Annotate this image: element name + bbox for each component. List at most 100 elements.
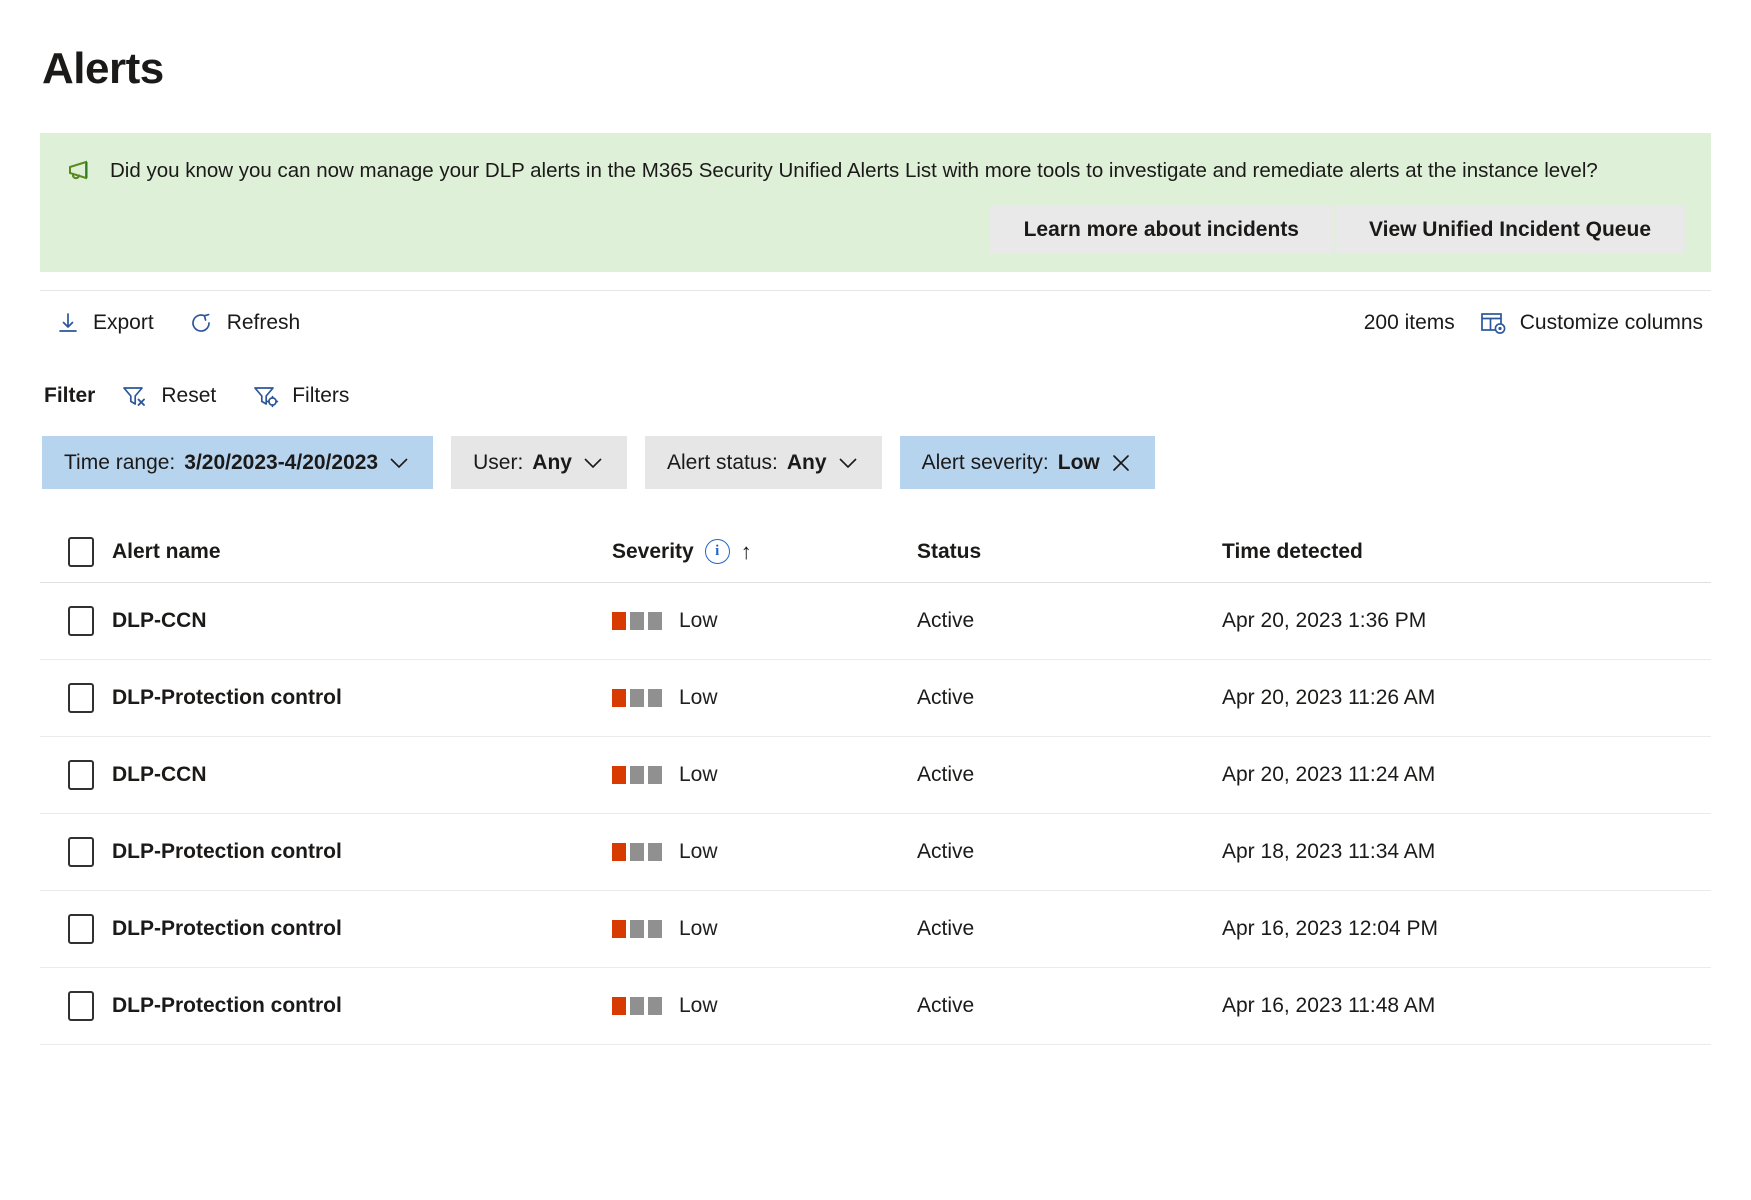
- download-arrow-icon: [56, 311, 80, 335]
- cell-severity: Low: [612, 994, 917, 1018]
- alerts-table: Alert name Severity i ↑ Status Time dete…: [40, 521, 1711, 1046]
- chevron-down-icon[interactable]: [387, 455, 411, 471]
- severity-indicator-icon: [612, 766, 662, 785]
- filter-pill-list: Time range: 3/20/2023-4/20/2023 User: An…: [40, 436, 1711, 490]
- reset-filters-button[interactable]: Reset: [117, 381, 220, 411]
- cell-status: Active: [917, 994, 975, 1018]
- severity-indicator-icon: [612, 612, 662, 631]
- filter-pill-user-value: Any: [532, 450, 572, 474]
- table-settings-icon: [1479, 310, 1507, 336]
- cell-alert-name[interactable]: DLP-CCN: [112, 763, 612, 787]
- cell-status: Active: [917, 763, 975, 787]
- row-checkbox-cell: [40, 606, 112, 637]
- chevron-down-icon[interactable]: [836, 455, 860, 471]
- cell-alert-name[interactable]: DLP-Protection control: [112, 840, 612, 864]
- filter-pill-alert-status-value: Any: [786, 450, 827, 474]
- export-label: Export: [93, 311, 154, 335]
- close-icon[interactable]: [1109, 451, 1133, 475]
- banner-message: Did you know you can now manage your DLP…: [110, 159, 1598, 183]
- cell-severity: Low: [612, 609, 917, 633]
- cell-severity-label: Low: [679, 686, 718, 710]
- refresh-icon: [188, 310, 214, 336]
- cell-alert-name[interactable]: DLP-Protection control: [112, 994, 612, 1018]
- filters-button[interactable]: Filters: [248, 381, 353, 411]
- column-header-time-detected[interactable]: Time detected: [1222, 540, 1711, 564]
- severity-indicator-icon: [612, 920, 662, 939]
- row-checkbox[interactable]: [68, 837, 94, 868]
- row-checkbox[interactable]: [68, 914, 94, 945]
- row-checkbox[interactable]: [68, 606, 94, 637]
- cell-time-detected: Apr 20, 2023 11:26 AM: [1222, 686, 1436, 710]
- select-all-checkbox[interactable]: [68, 536, 94, 567]
- reset-label: Reset: [161, 384, 217, 408]
- filter-pill-alert-severity-key: Alert severity:: [921, 450, 1049, 474]
- cell-time-detected: Apr 20, 2023 11:24 AM: [1222, 763, 1436, 787]
- announcement-banner: Did you know you can now manage your DLP…: [40, 133, 1711, 273]
- severity-indicator-icon: [612, 843, 662, 862]
- row-checkbox-cell: [40, 760, 112, 791]
- cell-time-detected: Apr 18, 2023 11:34 AM: [1222, 840, 1436, 864]
- learn-more-about-incidents-button[interactable]: Learn more about incidents: [989, 206, 1333, 255]
- table-row[interactable]: DLP-CCN Low Active Apr 20, 2023 1:36 PM: [40, 583, 1711, 661]
- cell-alert-name[interactable]: DLP-Protection control: [112, 917, 612, 941]
- table-row[interactable]: DLP-CCN Low Active Apr 20, 2023 11:24 AM: [40, 737, 1711, 815]
- megaphone-icon: [66, 159, 96, 183]
- column-header-status[interactable]: Status: [917, 540, 1222, 564]
- filter-bar: Filter Reset Filters: [40, 381, 1711, 411]
- funnel-clear-icon: [121, 383, 149, 409]
- row-checkbox-cell: [40, 683, 112, 714]
- command-bar: Export Refresh 200 items Customize colum…: [40, 291, 1711, 355]
- cell-time-detected: Apr 20, 2023 1:36 PM: [1222, 609, 1427, 633]
- filter-pill-alert-status-key: Alert status:: [666, 450, 778, 474]
- column-header-severity[interactable]: Severity i ↑: [612, 539, 917, 565]
- cell-status: Active: [917, 686, 975, 710]
- sort-ascending-arrow-icon[interactable]: ↑: [741, 540, 752, 563]
- alerts-page: Alerts Did you know you can now manage y…: [0, 0, 1751, 1200]
- filters-label: Filters: [292, 384, 350, 408]
- export-button[interactable]: Export: [54, 307, 156, 339]
- table-header-row: Alert name Severity i ↑ Status Time dete…: [40, 521, 1711, 584]
- info-icon[interactable]: i: [704, 539, 730, 565]
- filter-pill-alert-severity-value: Low: [1057, 450, 1100, 474]
- row-checkbox-cell: [40, 837, 112, 868]
- row-checkbox[interactable]: [68, 991, 94, 1022]
- customize-columns-label: Customize columns: [1519, 311, 1703, 335]
- select-all-checkbox-cell: [40, 536, 112, 567]
- column-header-alert-name[interactable]: Alert name: [112, 540, 612, 564]
- cell-severity-label: Low: [679, 994, 718, 1018]
- refresh-label: Refresh: [226, 311, 301, 335]
- table-row[interactable]: DLP-Protection control Low Active Apr 18…: [40, 814, 1711, 892]
- cell-status: Active: [917, 609, 975, 633]
- cell-severity-label: Low: [679, 917, 718, 941]
- table-row[interactable]: DLP-Protection control Low Active Apr 16…: [40, 891, 1711, 969]
- severity-indicator-icon: [612, 689, 662, 708]
- row-checkbox[interactable]: [68, 760, 94, 791]
- filter-pill-user[interactable]: User: Any: [451, 436, 627, 490]
- cell-status: Active: [917, 840, 975, 864]
- cell-severity-label: Low: [679, 763, 718, 787]
- filter-label: Filter: [44, 384, 96, 408]
- page-title: Alerts: [42, 44, 164, 93]
- cell-time-detected: Apr 16, 2023 12:04 PM: [1222, 917, 1438, 941]
- table-row[interactable]: DLP-Protection control Low Active Apr 20…: [40, 660, 1711, 738]
- filter-pill-time-range-key: Time range:: [64, 450, 176, 474]
- row-checkbox-cell: [40, 991, 112, 1022]
- table-row[interactable]: DLP-Protection control Low Active Apr 16…: [40, 968, 1711, 1046]
- cell-status: Active: [917, 917, 975, 941]
- funnel-settings-icon: [252, 383, 280, 409]
- cell-severity: Low: [612, 763, 917, 787]
- cell-severity-label: Low: [679, 840, 718, 864]
- chevron-down-icon[interactable]: [581, 455, 605, 471]
- filter-pill-alert-severity[interactable]: Alert severity: Low: [899, 436, 1155, 490]
- row-checkbox[interactable]: [68, 683, 94, 714]
- customize-columns-button[interactable]: Customize columns: [1477, 306, 1705, 340]
- view-unified-incident-queue-button[interactable]: View Unified Incident Queue: [1335, 206, 1685, 255]
- refresh-button[interactable]: Refresh: [186, 306, 303, 340]
- filter-pill-alert-status[interactable]: Alert status: Any: [644, 436, 882, 490]
- filter-pill-user-key: User:: [473, 450, 524, 474]
- cell-alert-name[interactable]: DLP-Protection control: [112, 686, 612, 710]
- items-count: 200 items: [1363, 311, 1455, 335]
- cell-severity: Low: [612, 917, 917, 941]
- filter-pill-time-range[interactable]: Time range: 3/20/2023-4/20/2023: [42, 436, 434, 490]
- cell-alert-name[interactable]: DLP-CCN: [112, 609, 612, 633]
